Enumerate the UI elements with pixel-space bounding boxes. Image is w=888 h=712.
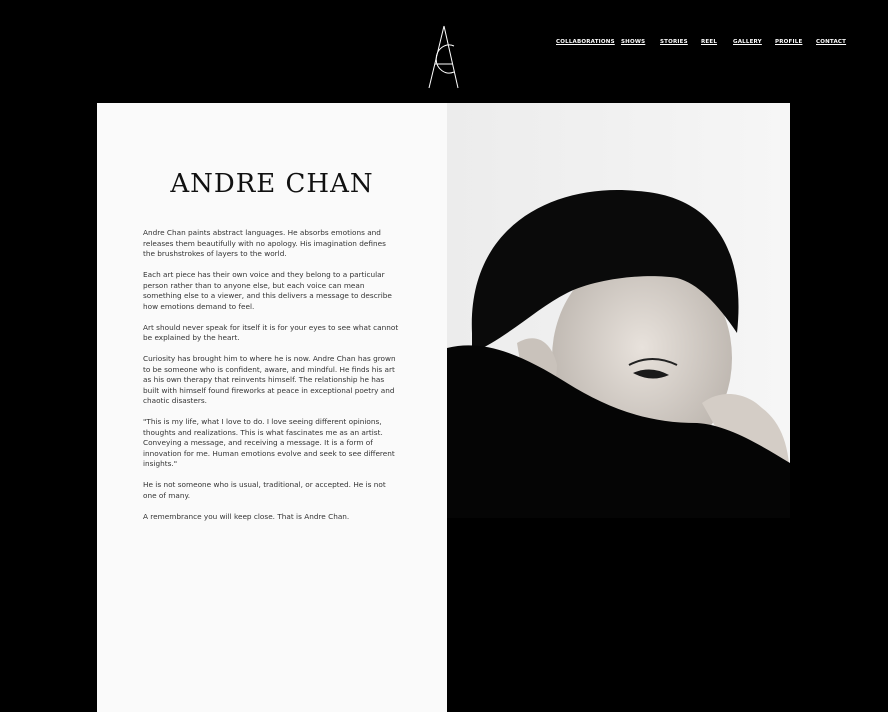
nav-contact[interactable]: CONTACT <box>816 39 846 45</box>
bio-paragraph: Each art piece has their own voice and t… <box>143 270 392 311</box>
nav-profile[interactable]: PROFILE <box>775 39 802 45</box>
bio-paragraph: A remembrance you will keep close. That … <box>143 511 350 521</box>
bio-paragraph: Curiosity has brought him to where he is… <box>143 354 396 405</box>
nav-shows[interactable]: SHOWS <box>621 39 645 45</box>
nav-collaborations[interactable]: COLLABORATIONS <box>556 39 615 45</box>
page-title: ANDRE CHAN <box>170 169 374 199</box>
nav-reel[interactable]: REEL <box>701 39 717 45</box>
portrait-photo <box>447 103 790 712</box>
bio-text: Andre Chan paints abstract languages. He… <box>143 228 399 533</box>
nav-stories[interactable]: STORIES <box>660 39 688 45</box>
bio-panel: ANDRE CHAN Andre Chan paints abstract la… <box>97 103 447 712</box>
bio-paragraph: Art should never speak for itself it is … <box>143 322 399 343</box>
nav-gallery[interactable]: GALLERY <box>733 39 762 45</box>
ac-monogram-logo[interactable] <box>424 24 464 90</box>
bio-paragraph: Andre Chan paints abstract languages. He… <box>143 228 386 258</box>
main-nav: COLLABORATIONS SHOWS STORIES REEL GALLER… <box>0 39 888 51</box>
bio-paragraph: He is not someone who is usual, traditio… <box>143 480 386 500</box>
bio-paragraph: "This is my life, what I love to do. I l… <box>143 417 395 468</box>
